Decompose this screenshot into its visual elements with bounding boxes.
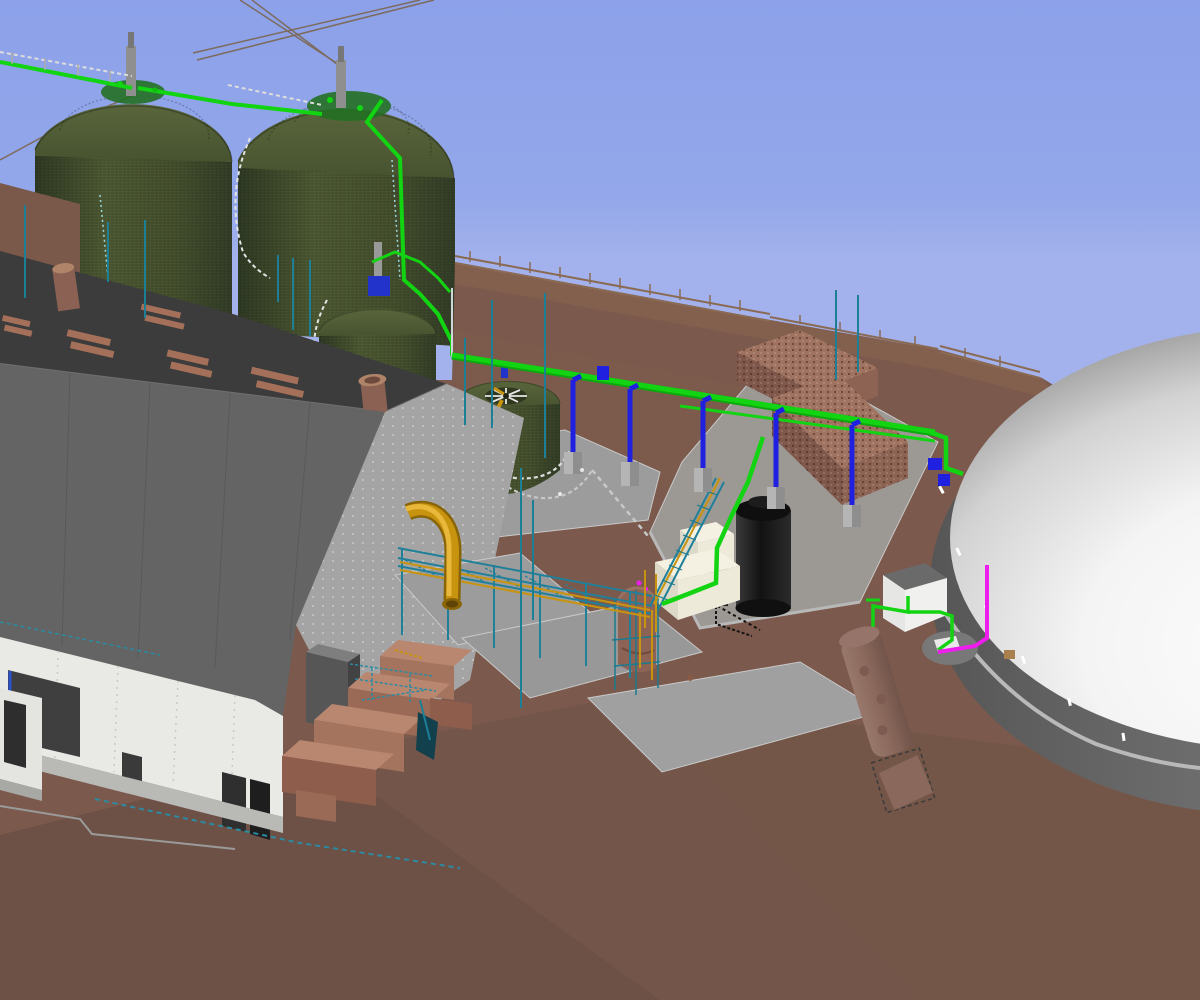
tank2-mast [336,60,346,108]
tank3-agitator-motor [368,276,390,296]
doorway[interactable] [222,772,246,832]
3d-model-viewport[interactable] [0,0,1200,1000]
plant-scene-canvas[interactable] [0,0,1200,1000]
